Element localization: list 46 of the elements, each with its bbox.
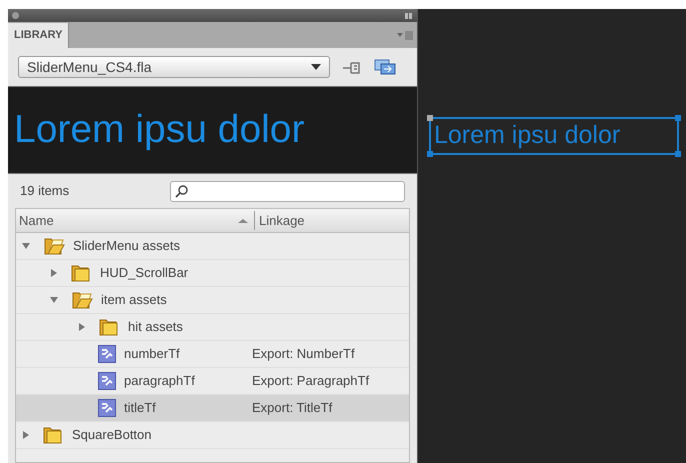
preview-text: Lorem ipsu dolor [14, 106, 304, 153]
linkage-text: Export: TitleTf [252, 399, 332, 418]
folder-icon [71, 290, 93, 310]
column-header[interactable]: Name [16, 210, 238, 230]
document-name: SliderMenu_CS4.fla [26, 58, 153, 77]
sort-icon[interactable] [238, 218, 248, 222]
expanded-arrow-icon[interactable] [22, 243, 30, 249]
linkage-text: Export: ParagraphTf [252, 372, 370, 390]
symbol-icon [98, 372, 116, 390]
folder-icon [43, 236, 65, 256]
text-field[interactable]: Lorem ipsu dolor [429, 117, 679, 155]
document-dropdown[interactable]: SliderMenu_CS4.fla [18, 56, 330, 78]
panel-menu-icon[interactable] [397, 30, 413, 40]
item-name: item assets [101, 291, 167, 310]
collapse-icon[interactable] [405, 12, 413, 18]
collapsed-arrow-icon[interactable] [23, 431, 29, 439]
library-tab[interactable]: LIBRARY [8, 23, 70, 48]
expanded-arrow-icon[interactable] [50, 297, 58, 303]
search-icon [175, 184, 189, 198]
folder-icon [98, 317, 120, 337]
symbol-icon [98, 345, 116, 363]
item-name: paragraphTf [124, 372, 195, 390]
collapsed-arrow-icon[interactable] [79, 323, 85, 331]
resize-handle[interactable] [675, 115, 681, 121]
library-row[interactable]: titleTf Export: TitleTf [16, 395, 409, 422]
item-name: hit assets [128, 318, 183, 336]
folder-icon [42, 425, 64, 445]
new-window-icon[interactable] [374, 59, 396, 75]
symbol-icon [98, 399, 116, 417]
item-name: titleTf [124, 399, 156, 418]
resize-handle[interactable] [675, 151, 681, 157]
item-name: SquareBotton [72, 426, 152, 444]
resize-handle[interactable] [427, 151, 433, 157]
column-header[interactable]: Linkage [254, 210, 305, 230]
search-field[interactable] [170, 180, 405, 202]
item-count: 19 items [20, 182, 70, 200]
item-name: HUD_ScrollBar [100, 264, 188, 282]
folder-icon [70, 263, 92, 283]
item-name: numberTf [124, 345, 180, 364]
resize-handle[interactable] [427, 115, 433, 121]
item-name: SliderMenu assets [73, 237, 180, 256]
text-field-text: Lorem ipsu dolor [434, 120, 620, 152]
panel-grip-icon [12, 12, 19, 19]
linkage-text: Export: NumberTf [252, 345, 355, 364]
caret-icon [311, 64, 321, 70]
collapsed-arrow-icon[interactable] [51, 269, 57, 277]
